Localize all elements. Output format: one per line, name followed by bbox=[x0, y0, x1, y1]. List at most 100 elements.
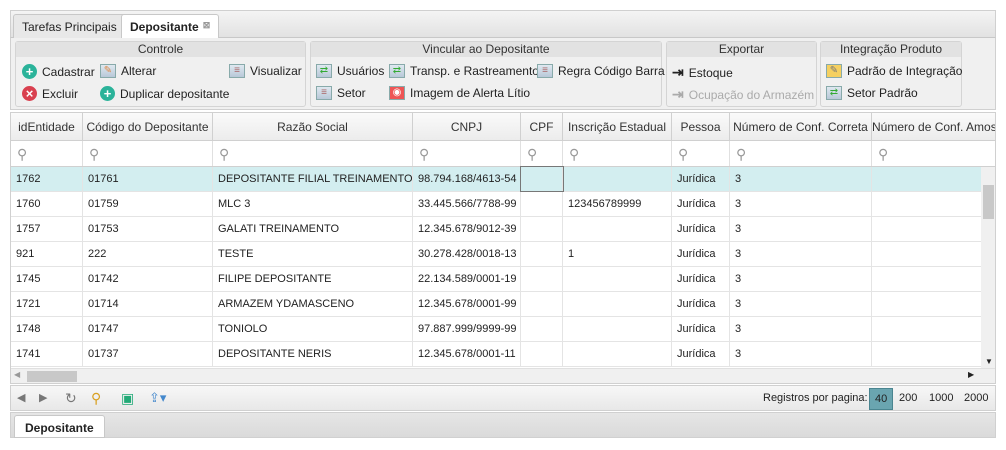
table-cell[interactable]: 1745 bbox=[11, 267, 83, 291]
page-size-1000[interactable]: 1000 bbox=[929, 386, 953, 410]
table-cell[interactable]: 01737 bbox=[83, 342, 213, 366]
chart-icon[interactable]: ▣ bbox=[121, 386, 134, 410]
usuarios-button[interactable]: ⇄ Usuários bbox=[316, 64, 384, 78]
column-header[interactable]: idEntidade bbox=[11, 113, 83, 140]
table-cell[interactable]: 12.345.678/0001-11 bbox=[413, 342, 521, 366]
column-header[interactable]: Código do Depositante bbox=[83, 113, 213, 140]
table-cell[interactable]: 12.345.678/0001-99 bbox=[413, 292, 521, 316]
visualizar-button[interactable]: ≡ Visualizar bbox=[229, 64, 302, 78]
table-cell[interactable] bbox=[872, 292, 995, 316]
table-row[interactable]: 921 222 TESTE 30.278.428/0018-13 1 Jurídica 3 bbox=[11, 242, 995, 267]
next-page-icon[interactable]: ▶ bbox=[39, 386, 47, 410]
table-cell[interactable]: DEPOSITANTE NERIS bbox=[213, 342, 413, 366]
filter-search-icon[interactable]: ⚲ bbox=[213, 141, 413, 166]
vertical-scrollbar[interactable]: ▼ bbox=[981, 167, 995, 368]
table-cell[interactable]: 33.445.566/7788-99 bbox=[413, 192, 521, 216]
refresh-icon[interactable]: ↻ bbox=[65, 386, 77, 410]
bottom-tab-depositante[interactable]: Depositante bbox=[14, 415, 105, 438]
table-cell[interactable]: 222 bbox=[83, 242, 213, 266]
table-cell[interactable]: 01759 bbox=[83, 192, 213, 216]
filter-search-icon[interactable]: ⚲ bbox=[563, 141, 672, 166]
export-dropdown-icon[interactable]: ⇪▾ bbox=[149, 386, 166, 410]
table-cell[interactable] bbox=[563, 267, 672, 291]
table-cell[interactable]: 1741 bbox=[11, 342, 83, 366]
table-cell[interactable]: Jurídica bbox=[672, 342, 730, 366]
table-cell[interactable] bbox=[521, 292, 563, 316]
duplicar-button[interactable]: + Duplicar depositante bbox=[100, 86, 229, 101]
table-cell[interactable]: 921 bbox=[11, 242, 83, 266]
column-header[interactable]: Número de Conf. Correta bbox=[730, 113, 872, 140]
filter-search-icon[interactable]: ⚲ bbox=[872, 141, 995, 166]
cadastrar-button[interactable]: + Cadastrar bbox=[22, 64, 95, 79]
table-cell[interactable]: 01753 bbox=[83, 217, 213, 241]
table-cell[interactable] bbox=[872, 192, 995, 216]
filter-search-icon[interactable]: ⚲ bbox=[11, 141, 83, 166]
table-cell[interactable]: 22.134.589/0001-19 bbox=[413, 267, 521, 291]
table-cell[interactable]: DEPOSITANTE FILIAL TREINAMENTO bbox=[213, 167, 413, 191]
table-cell[interactable]: 01714 bbox=[83, 292, 213, 316]
tab-depositante[interactable]: Depositante ⊠ bbox=[121, 14, 220, 40]
table-cell[interactable]: 1 bbox=[563, 242, 672, 266]
table-cell[interactable]: 1721 bbox=[11, 292, 83, 316]
horizontal-scrollbar[interactable]: ◀ ▶ bbox=[11, 368, 995, 383]
table-cell[interactable]: 12.345.678/9012-39 bbox=[413, 217, 521, 241]
table-cell[interactable] bbox=[872, 242, 995, 266]
table-cell[interactable]: 1757 bbox=[11, 217, 83, 241]
table-cell[interactable]: 3 bbox=[730, 192, 872, 216]
imagem-alerta-button[interactable]: ◉ Imagem de Alerta Lítio bbox=[389, 86, 530, 100]
table-cell[interactable]: 3 bbox=[730, 242, 872, 266]
table-cell[interactable]: 3 bbox=[730, 292, 872, 316]
regra-codigo-barra-button[interactable]: ≡ Regra Código Barra bbox=[537, 64, 665, 78]
table-cell[interactable]: 01761 bbox=[83, 167, 213, 191]
table-cell[interactable]: Jurídica bbox=[672, 267, 730, 291]
table-cell[interactable]: Jurídica bbox=[672, 192, 730, 216]
tab-tarefas-principais[interactable]: Tarefas Principais bbox=[13, 14, 126, 39]
scroll-thumb[interactable] bbox=[27, 371, 77, 382]
table-cell[interactable] bbox=[563, 342, 672, 366]
table-cell[interactable] bbox=[872, 267, 995, 291]
filter-search-icon[interactable]: ⚲ bbox=[83, 141, 213, 166]
scroll-down-icon[interactable]: ▼ bbox=[985, 357, 993, 366]
table-cell[interactable]: Jurídica bbox=[672, 317, 730, 341]
table-cell[interactable] bbox=[521, 242, 563, 266]
table-cell[interactable]: ARMAZEM YDAMASCENO bbox=[213, 292, 413, 316]
table-cell[interactable] bbox=[563, 317, 672, 341]
table-cell[interactable]: 3 bbox=[730, 317, 872, 341]
table-cell[interactable]: TONIOLO bbox=[213, 317, 413, 341]
table-cell[interactable] bbox=[563, 167, 672, 191]
table-cell[interactable] bbox=[521, 342, 563, 366]
table-cell[interactable]: MLC 3 bbox=[213, 192, 413, 216]
table-cell[interactable]: 1762 bbox=[11, 167, 83, 191]
table-cell[interactable]: 01747 bbox=[83, 317, 213, 341]
filter-search-icon[interactable]: ⚲ bbox=[413, 141, 521, 166]
table-cell[interactable] bbox=[872, 317, 995, 341]
table-cell[interactable]: 3 bbox=[730, 267, 872, 291]
table-cell[interactable]: Jurídica bbox=[672, 167, 730, 191]
table-cell[interactable] bbox=[520, 166, 564, 192]
table-row[interactable]: 1741 01737 DEPOSITANTE NERIS 12.345.678/000… bbox=[11, 342, 995, 367]
search-icon[interactable]: ⚲ bbox=[91, 386, 101, 410]
table-cell[interactable]: Jurídica bbox=[672, 242, 730, 266]
page-size-2000[interactable]: 2000 bbox=[964, 386, 988, 410]
table-cell[interactable]: 3 bbox=[730, 167, 872, 191]
table-cell[interactable]: Jurídica bbox=[672, 217, 730, 241]
table-cell[interactable] bbox=[521, 192, 563, 216]
close-icon[interactable]: ⊠ bbox=[203, 20, 211, 30]
filter-search-icon[interactable]: ⚲ bbox=[672, 141, 730, 166]
table-row[interactable]: 1721 01714 ARMAZEM YDAMASCENO 12.345.678/00… bbox=[11, 292, 995, 317]
table-cell[interactable] bbox=[521, 317, 563, 341]
table-cell[interactable]: FILIPE DEPOSITANTE bbox=[213, 267, 413, 291]
table-cell[interactable]: 30.278.428/0018-13 bbox=[413, 242, 521, 266]
setor-button[interactable]: ≡ Setor bbox=[316, 86, 366, 100]
alterar-button[interactable]: ✎ Alterar bbox=[100, 64, 156, 78]
filter-search-icon[interactable]: ⚲ bbox=[521, 141, 563, 166]
table-cell[interactable] bbox=[521, 267, 563, 291]
table-cell[interactable]: 97.887.999/9999-99 bbox=[413, 317, 521, 341]
table-row[interactable]: 1757 01753 GALATI TREINAMENTO 12.345.678/90… bbox=[11, 217, 995, 242]
table-cell[interactable] bbox=[563, 217, 672, 241]
table-cell[interactable]: Jurídica bbox=[672, 292, 730, 316]
column-header[interactable]: CNPJ bbox=[413, 113, 521, 140]
scroll-left-icon[interactable]: ◀ bbox=[14, 370, 20, 379]
column-header[interactable]: Pessoa bbox=[672, 113, 730, 140]
table-cell[interactable] bbox=[872, 217, 995, 241]
